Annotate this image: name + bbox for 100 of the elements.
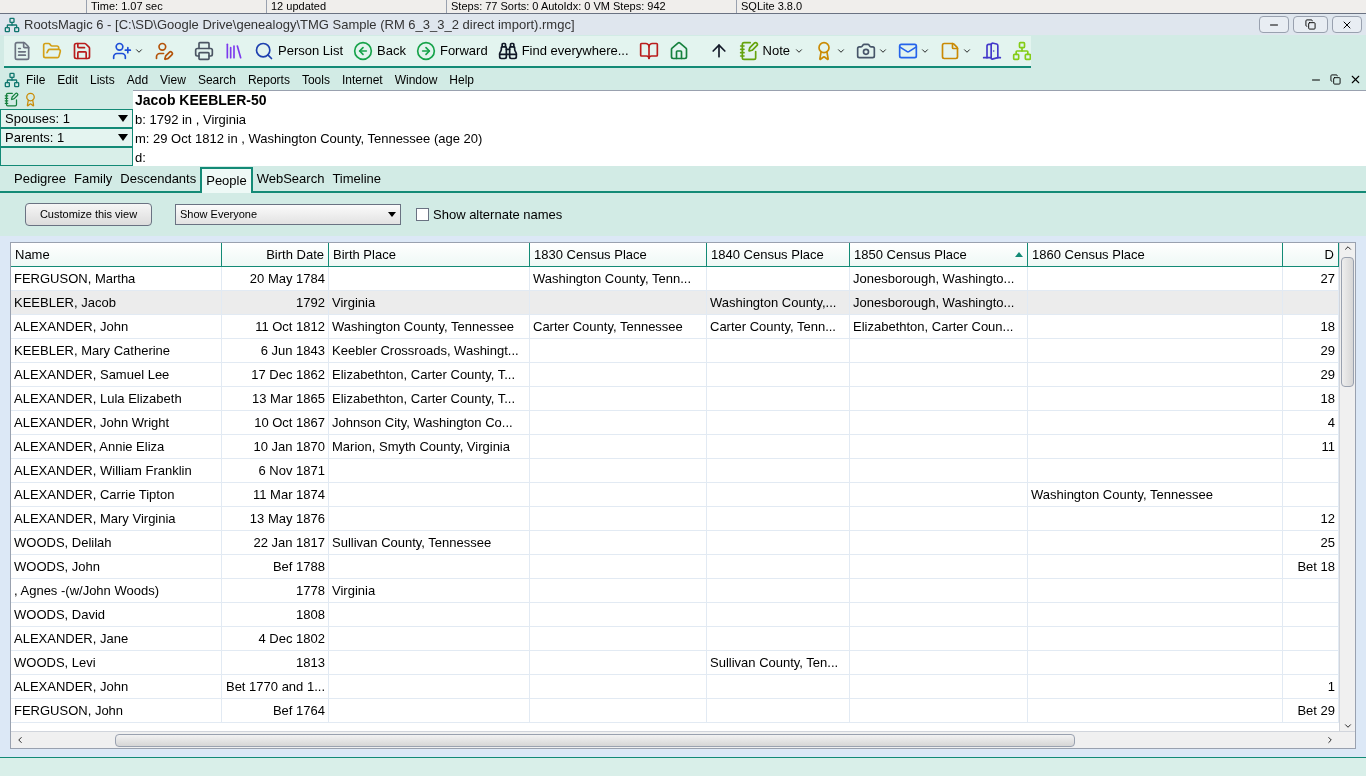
table-cell-text: Washington County, Tennessee: [332, 317, 514, 336]
menu-item[interactable]: File: [20, 70, 52, 89]
table-row[interactable]: ALEXANDER, John Wright 10 Oct 1867 Johnson City, Washington Co... 4: [11, 411, 1339, 435]
scroll-thumb[interactable]: [1341, 257, 1354, 387]
close-icon[interactable]: [1349, 73, 1362, 86]
sort-arrow-icon: [1015, 252, 1023, 257]
tab[interactable]: Family: [70, 167, 117, 191]
checkbox[interactable]: [416, 208, 429, 221]
table-cell-text: 18: [1320, 317, 1335, 336]
table-cell-text: 10 Jan 1870: [253, 437, 325, 456]
column-header[interactable]: Name: [11, 243, 222, 266]
menu-item[interactable]: Help: [443, 70, 481, 89]
table-cell-text: ALEXANDER, John: [14, 677, 129, 696]
table-cell-text: 1792: [296, 293, 325, 312]
table-cell-text: Carter County, Tenn...: [710, 317, 836, 336]
table-cell-text: 13 Mar 1865: [252, 389, 325, 408]
table-cell-text: FERGUSON, Martha: [14, 269, 136, 288]
toolbar-button[interactable]: Back: [349, 37, 410, 65]
table-cell-text: Elizabethton, Carter County, T...: [332, 389, 516, 408]
table-row[interactable]: FERGUSON, Martha 20 May 1784 Washington County, Tenn... Jonesborough, Washingto... 27: [11, 267, 1339, 291]
table-cell-text: 11 Oct 1812: [255, 317, 325, 336]
page-icon: [12, 41, 32, 61]
table-cell-text: ALEXANDER, Samuel Lee: [14, 365, 170, 384]
toolbar-button[interactable]: Person List: [250, 37, 348, 65]
table-row[interactable]: ALEXANDER, Jane 4 Dec 1802: [11, 627, 1339, 651]
menu-item[interactable]: Window: [388, 70, 444, 89]
books-icon: [224, 41, 244, 61]
scroll-down-icon[interactable]: [1342, 721, 1353, 731]
table-row[interactable]: FERGUSON, John Bef 1764 Bet 29: [11, 699, 1339, 723]
table-cell-text: 10 Oct 1867: [254, 413, 325, 432]
scroll-right-icon[interactable]: [1325, 735, 1335, 745]
scroll-left-icon[interactable]: [15, 735, 25, 745]
menu-item[interactable]: Search: [191, 70, 242, 89]
tab[interactable]: WebSearch: [252, 167, 329, 191]
menu-item[interactable]: Tools: [295, 70, 336, 89]
toolbar-button[interactable]: Note: [734, 37, 809, 65]
tab[interactable]: Timeline: [328, 167, 386, 191]
menu-item[interactable]: Reports: [241, 70, 296, 89]
table-row[interactable]: KEEBLER, Mary Catherine 6 Jun 1843 Keebler Crossroads, Washingt... 29: [11, 339, 1339, 363]
table-cell-text: ALEXANDER, Lula Elizabeth: [14, 389, 182, 408]
menu-item[interactable]: Edit: [51, 70, 85, 89]
tab[interactable]: Pedigree: [10, 167, 71, 191]
column-header[interactable]: 1830 Census Place: [530, 243, 707, 266]
restore-icon[interactable]: [1330, 74, 1341, 85]
add-person-icon: [112, 41, 132, 61]
table-row[interactable]: ALEXANDER, Carrie Tipton 11 Mar 1874 Washington County, Tennessee: [11, 483, 1339, 507]
table-cell-text: Bet 18: [1297, 557, 1335, 576]
minimize-button[interactable]: [1259, 16, 1289, 33]
menu-item[interactable]: Internet: [335, 70, 389, 89]
column-header[interactable]: Birth Date: [222, 243, 329, 266]
tab[interactable]: People: [200, 167, 253, 193]
customize-button[interactable]: Customize this view: [25, 203, 152, 226]
tab[interactable]: Descendants: [116, 167, 201, 191]
dropdown[interactable]: Parents: 1: [0, 128, 133, 147]
dropdown[interactable]: Spouses: 1: [0, 109, 133, 128]
person-fact: b: 1792 in , Virginia: [135, 111, 248, 129]
table-cell-text: Carter County, Tennessee: [533, 317, 683, 336]
filter-dropdown[interactable]: Show Everyone: [175, 204, 401, 225]
column-header[interactable]: Birth Place: [329, 243, 530, 266]
table-cell-text: 11 Mar 1874: [252, 485, 325, 504]
table-row[interactable]: WOODS, Levi 1813 Sullivan County, Ten...: [11, 651, 1339, 675]
table-row[interactable]: , Agnes -(w/John Woods) 1778 Virginia: [11, 579, 1339, 603]
menu-item[interactable]: View: [154, 70, 192, 89]
table-row[interactable]: ALEXANDER, Annie Eliza 10 Jan 1870 Marion, Smyth County, Virginia 11: [11, 435, 1339, 459]
table-row[interactable]: ALEXANDER, John 11 Oct 1812 Washington County, Tennessee Carter County, Tennessee Carter County, Tenn... Elizabethton, Carter Coun... 18: [11, 315, 1339, 339]
table-cell-text: Bet 1770 and 1...: [225, 677, 325, 696]
table-row[interactable]: ALEXANDER, Lula Elizabeth 13 Mar 1865 Elizabethton, Carter County, T... 18: [11, 387, 1339, 411]
scroll-up-icon[interactable]: [1342, 243, 1353, 253]
table-row[interactable]: WOODS, Delilah 22 Jan 1817 Sullivan County, Tennessee 25: [11, 531, 1339, 555]
printer-icon: [194, 41, 214, 61]
menu-item[interactable]: Lists: [84, 70, 121, 89]
table-cell-text: Virginia: [332, 581, 376, 600]
table-cell-text: 1813: [296, 653, 325, 672]
person-fact: d:: [135, 149, 147, 167]
table-row[interactable]: WOODS, David 1808: [11, 603, 1339, 627]
table-row[interactable]: ALEXANDER, John Bet 1770 and 1... 1: [11, 675, 1339, 699]
table-cell-text: ALEXANDER, William Franklin: [14, 461, 192, 480]
column-header[interactable]: 1860 Census Place: [1028, 243, 1283, 266]
table-row[interactable]: KEEBLER, Jacob 1792 Virginia Washington County,... Jonesborough, Washingto...: [11, 291, 1339, 315]
close-button[interactable]: [1332, 16, 1362, 33]
table-cell-text: Keebler Crossroads, Washingt...: [332, 341, 519, 360]
restore-button[interactable]: [1293, 16, 1328, 33]
column-header[interactable]: 1840 Census Place: [707, 243, 850, 266]
caret-icon: [962, 46, 973, 56]
toolbar-button[interactable]: Find everywhere...: [493, 37, 633, 65]
table-cell-text: Bet 29: [1297, 701, 1335, 720]
scroll-thumb[interactable]: [115, 733, 1075, 747]
table-row[interactable]: ALEXANDER, Samuel Lee 17 Dec 1862 Elizabethton, Carter County, T... 29: [11, 363, 1339, 387]
table-row[interactable]: WOODS, John Bef 1788 Bet 18: [11, 555, 1339, 579]
table-row[interactable]: ALEXANDER, Mary Virginia 13 May 1876 12: [11, 507, 1339, 531]
mail-icon: [898, 41, 919, 61]
column-header[interactable]: 1850 Census Place: [850, 243, 1028, 266]
table-cell-text: ALEXANDER, Jane: [14, 629, 129, 648]
notepad-icon: [4, 92, 19, 107]
table-row[interactable]: ALEXANDER, William Franklin 6 Nov 1871: [11, 459, 1339, 483]
toolbar-button[interactable]: Forward: [411, 37, 492, 65]
table-cell-text: 17 Dec 1862: [251, 365, 325, 384]
column-header[interactable]: D: [1283, 243, 1339, 266]
folder-icon: [42, 41, 62, 61]
menu-item[interactable]: Add: [120, 70, 155, 89]
